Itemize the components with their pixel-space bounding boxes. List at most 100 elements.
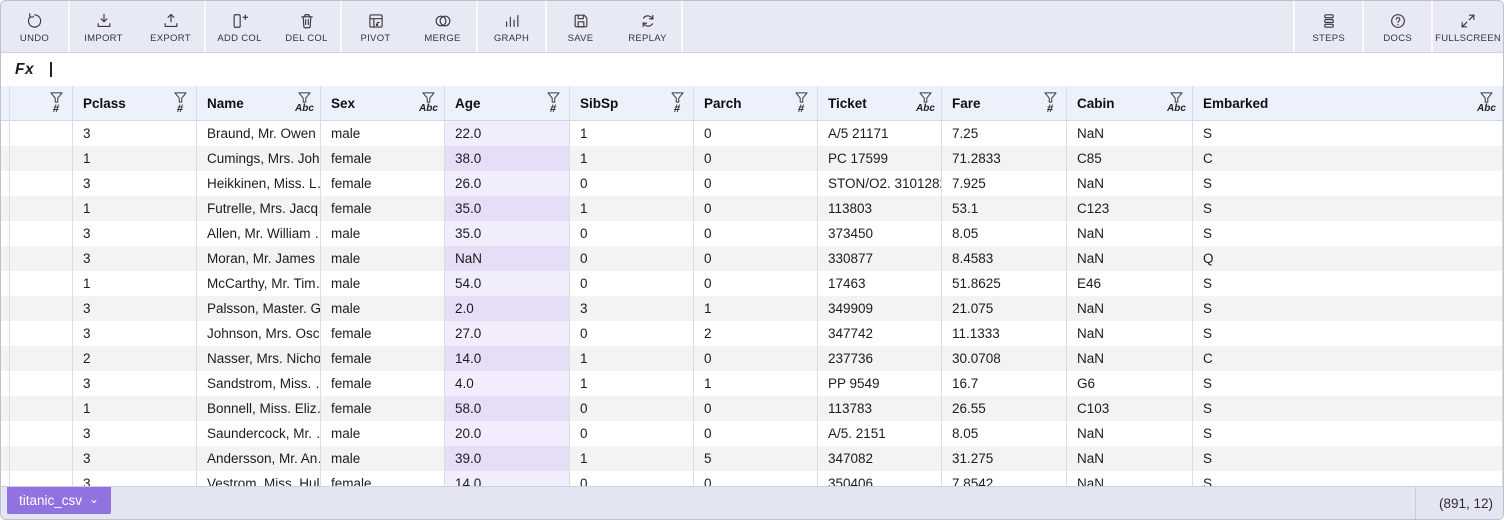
row-index-cell[interactable] [1, 471, 73, 486]
sheet-tab[interactable]: titanic_csv ⌄ [7, 487, 111, 514]
column-header-name[interactable]: NameAbc [197, 86, 321, 120]
cell-name[interactable]: Andersson, Mr. An… [197, 446, 321, 471]
cell-sibsp[interactable]: 1 [570, 346, 694, 371]
cell-embarked[interactable]: Q [1193, 246, 1503, 271]
cell-sex[interactable]: female [321, 196, 445, 221]
cell-sibsp[interactable]: 0 [570, 221, 694, 246]
cell-embarked[interactable]: S [1193, 471, 1503, 486]
column-header-sibsp[interactable]: SibSp# [570, 86, 694, 120]
cell-name[interactable]: Vestrom, Miss. Hul… [197, 471, 321, 486]
cell-embarked[interactable]: S [1193, 321, 1503, 346]
cell-pclass[interactable]: 3 [73, 221, 197, 246]
cell-pclass[interactable]: 3 [73, 321, 197, 346]
cell-pclass[interactable]: 1 [73, 196, 197, 221]
cell-pclass[interactable]: 3 [73, 121, 197, 146]
cell-ticket[interactable]: 347082 [818, 446, 942, 471]
cell-cabin[interactable]: C103 [1067, 396, 1193, 421]
row-index-cell[interactable] [1, 121, 73, 146]
cell-embarked[interactable]: S [1193, 196, 1503, 221]
cell-cabin[interactable]: NaN [1067, 321, 1193, 346]
cell-pclass[interactable]: 1 [73, 271, 197, 296]
cell-name[interactable]: Saundercock, Mr. … [197, 421, 321, 446]
cell-cabin[interactable]: G6 [1067, 371, 1193, 396]
cell-sex[interactable]: female [321, 321, 445, 346]
cell-parch[interactable]: 2 [694, 321, 818, 346]
cell-fare[interactable]: 16.7 [942, 371, 1067, 396]
cell-cabin[interactable]: NaN [1067, 296, 1193, 321]
cell-sibsp[interactable]: 0 [570, 171, 694, 196]
cell-sex[interactable]: female [321, 171, 445, 196]
cell-sex[interactable]: male [321, 421, 445, 446]
cell-embarked[interactable]: S [1193, 221, 1503, 246]
toolbar-button-pivot[interactable]: PIVOT [342, 1, 409, 52]
cell-embarked[interactable]: S [1193, 446, 1503, 471]
toolbar-button-del-col[interactable]: DEL COL [273, 1, 340, 52]
cell-embarked[interactable]: S [1193, 121, 1503, 146]
cell-age[interactable]: NaN [445, 246, 570, 271]
column-header-embarked[interactable]: EmbarkedAbc [1193, 86, 1503, 120]
cell-sex[interactable]: male [321, 221, 445, 246]
column-header-sex[interactable]: SexAbc [321, 86, 445, 120]
row-index-cell[interactable] [1, 421, 73, 446]
cell-ticket[interactable]: STON/O2. 3101282 [818, 171, 942, 196]
cell-ticket[interactable]: 17463 [818, 271, 942, 296]
cell-parch[interactable]: 0 [694, 196, 818, 221]
cell-ticket[interactable]: 350406 [818, 471, 942, 486]
cell-ticket[interactable]: 330877 [818, 246, 942, 271]
cell-sex[interactable]: male [321, 121, 445, 146]
cell-embarked[interactable]: C [1193, 146, 1503, 171]
cell-cabin[interactable]: NaN [1067, 121, 1193, 146]
cell-pclass[interactable]: 3 [73, 446, 197, 471]
column-header-fare[interactable]: Fare# [942, 86, 1067, 120]
row-index-cell[interactable] [1, 371, 73, 396]
row-index-cell[interactable] [1, 196, 73, 221]
cell-fare[interactable]: 8.4583 [942, 246, 1067, 271]
cell-age[interactable]: 26.0 [445, 171, 570, 196]
cell-ticket[interactable]: 373450 [818, 221, 942, 246]
cell-name[interactable]: Bonnell, Miss. Eliz… [197, 396, 321, 421]
cell-age[interactable]: 35.0 [445, 196, 570, 221]
cell-age[interactable]: 58.0 [445, 396, 570, 421]
toolbar-button-graph[interactable]: GRAPH [478, 1, 545, 52]
cell-cabin[interactable]: NaN [1067, 346, 1193, 371]
cell-fare[interactable]: 11.1333 [942, 321, 1067, 346]
cell-fare[interactable]: 51.8625 [942, 271, 1067, 296]
cell-sibsp[interactable]: 0 [570, 471, 694, 486]
toolbar-button-docs[interactable]: DOCS [1364, 1, 1431, 52]
cell-name[interactable]: Palsson, Master. G… [197, 296, 321, 321]
cell-age[interactable]: 38.0 [445, 146, 570, 171]
row-index-cell[interactable] [1, 221, 73, 246]
cell-age[interactable]: 22.0 [445, 121, 570, 146]
cell-parch[interactable]: 0 [694, 421, 818, 446]
cell-embarked[interactable]: S [1193, 421, 1503, 446]
cell-ticket[interactable]: A/5. 2151 [818, 421, 942, 446]
cell-sibsp[interactable]: 1 [570, 146, 694, 171]
cell-cabin[interactable]: NaN [1067, 471, 1193, 486]
cell-pclass[interactable]: 1 [73, 146, 197, 171]
cell-sibsp[interactable]: 0 [570, 396, 694, 421]
cell-parch[interactable]: 0 [694, 396, 818, 421]
column-header-age[interactable]: Age# [445, 86, 570, 120]
cell-embarked[interactable]: S [1193, 371, 1503, 396]
toolbar-button-merge[interactable]: MERGE [409, 1, 476, 52]
row-index-cell[interactable] [1, 246, 73, 271]
cell-parch[interactable]: 0 [694, 221, 818, 246]
cell-age[interactable]: 39.0 [445, 446, 570, 471]
cell-cabin[interactable]: NaN [1067, 171, 1193, 196]
cell-ticket[interactable]: PC 17599 [818, 146, 942, 171]
row-index-cell[interactable] [1, 446, 73, 471]
cell-sibsp[interactable]: 0 [570, 246, 694, 271]
cell-ticket[interactable]: 113783 [818, 396, 942, 421]
toolbar-button-steps[interactable]: STEPS [1295, 1, 1362, 52]
cell-embarked[interactable]: S [1193, 296, 1503, 321]
cell-cabin[interactable]: NaN [1067, 446, 1193, 471]
cell-cabin[interactable]: NaN [1067, 221, 1193, 246]
row-index-cell[interactable] [1, 396, 73, 421]
cell-sibsp[interactable]: 0 [570, 271, 694, 296]
cell-fare[interactable]: 53.1 [942, 196, 1067, 221]
cell-fare[interactable]: 71.2833 [942, 146, 1067, 171]
formula-bar[interactable]: Fx [1, 53, 1503, 86]
toolbar-button-save[interactable]: SAVE [547, 1, 614, 52]
column-header-pclass[interactable]: Pclass# [73, 86, 197, 120]
cell-parch[interactable]: 1 [694, 296, 818, 321]
